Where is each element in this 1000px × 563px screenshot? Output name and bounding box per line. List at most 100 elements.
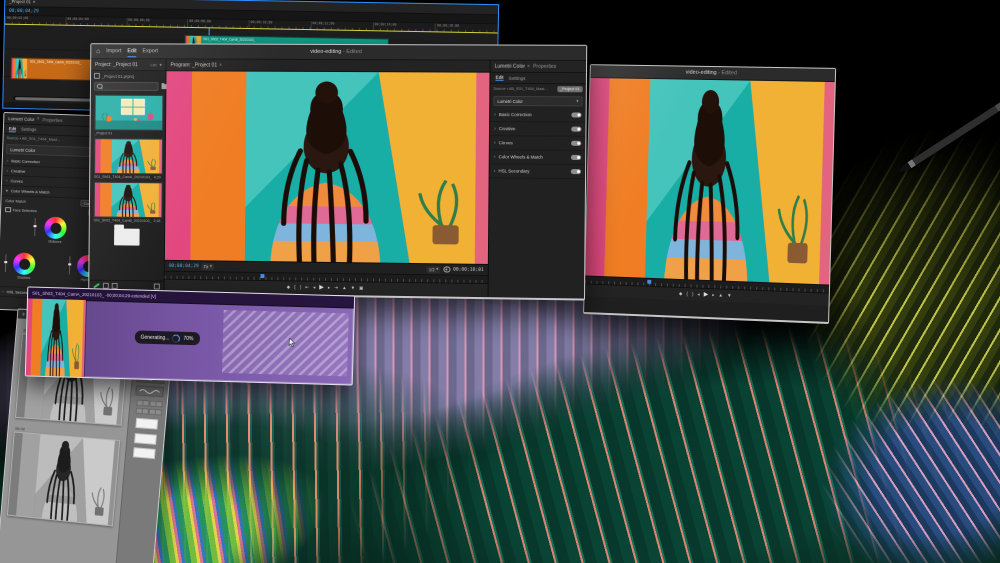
mark-in-button[interactable]: {	[686, 292, 688, 297]
lumetri-panel: Lumetri Color × Properties Edit Settings…	[488, 61, 587, 298]
close-icon[interactable]: ×	[219, 62, 222, 68]
toolbar-dot-icon	[23, 313, 25, 315]
floating-clip-thumbnail	[26, 298, 87, 377]
program-monitor: Program: _Project 01 × 00;00;04;29 Fit ▾…	[165, 59, 490, 296]
project-chip-button[interactable]: _Project 01	[557, 86, 583, 92]
face-detection-checkbox[interactable]: Face Detection	[5, 207, 37, 214]
window-title-text: video-editing	[686, 70, 717, 76]
project-icon	[94, 73, 100, 79]
menu-import[interactable]: Import	[106, 48, 121, 54]
clip-thumbnail	[12, 58, 28, 78]
resolution-label: 1/2	[429, 267, 435, 272]
add-marker-button[interactable]: ◆	[679, 292, 683, 297]
fit-label: Fit	[204, 264, 209, 269]
close-icon[interactable]: ×	[33, 0, 36, 4]
program-video[interactable]	[165, 71, 490, 264]
step-forward-button[interactable]: ▸	[328, 286, 330, 291]
window-title: video-editing - Edited	[591, 68, 835, 78]
search-input[interactable]	[104, 83, 155, 89]
face-detection-label: Face Detection	[13, 208, 37, 213]
extract-button[interactable]: ▼	[727, 293, 732, 298]
tab-project[interactable]: Project: _Project 01	[95, 62, 138, 68]
playhead-marker[interactable]	[261, 274, 265, 278]
ruler-tick: 00;00;02;00	[5, 16, 66, 25]
section-basic-correction[interactable]: › Basic Correction	[490, 108, 586, 123]
brush-preset-5[interactable]	[135, 385, 164, 397]
extract-button[interactable]: ▼	[351, 286, 356, 291]
mark-out-button[interactable]: }	[300, 285, 302, 290]
scene: ⌂ Import Edit Export video-editing - Edi…	[0, 0, 1000, 563]
layer-swatch[interactable]	[135, 418, 158, 430]
view-mode-label[interactable]: List	[150, 62, 156, 67]
add-marker-button[interactable]: ◆	[287, 285, 291, 290]
subtab-settings[interactable]: Settings	[509, 75, 526, 80]
tab-lumetri[interactable]: Lumetri Color ×	[8, 115, 39, 122]
bin-item-clip1[interactable]: S01_Sh01_T404_CamA_20210103_ 4;29	[94, 138, 161, 179]
section-color-wheels[interactable]: › Color Wheels & Match	[490, 150, 586, 165]
shadows-wheel[interactable]	[13, 252, 36, 275]
fit-dropdown[interactable]: Fit ▾	[202, 263, 214, 270]
section-toggle[interactable]	[571, 112, 581, 117]
mark-in-button[interactable]: {	[294, 285, 296, 290]
step-back-button[interactable]: ◂	[313, 285, 315, 290]
export-frame-button[interactable]: ▣	[359, 286, 363, 291]
generative-extend-clip[interactable]: S01_Sh03_T404_CamA_20210103_ -00;00;04;2…	[25, 286, 355, 385]
subtab-edit[interactable]: Edit	[496, 75, 504, 81]
new-item-icon[interactable]	[154, 284, 160, 290]
secondary-editor-window: video-editing - Edited ◆ { } ◂ ▶ ▸ ▲ ▼	[583, 64, 836, 324]
step-forward-button[interactable]: ▸	[712, 293, 714, 298]
lift-button[interactable]: ▲	[342, 286, 347, 291]
go-to-out-button[interactable]: ⇥	[334, 286, 338, 291]
bin-search-row	[94, 82, 163, 91]
color-match-label: Color Match	[5, 199, 26, 204]
midtones-slider[interactable]	[34, 218, 36, 236]
play-button[interactable]: ▶	[704, 292, 709, 298]
tab-program[interactable]: Program: _Project 01 ×	[170, 62, 221, 68]
step-back-button[interactable]: ◂	[697, 292, 699, 297]
settings-icon[interactable]	[443, 266, 450, 273]
midtones-label: Midtones	[40, 239, 70, 244]
section-creative[interactable]: › Creative	[490, 122, 586, 137]
resolution-dropdown[interactable]: 1/2 ▾	[427, 266, 441, 273]
tab-lumetri[interactable]: Lumetri Color ×	[495, 63, 530, 69]
close-icon[interactable]: ×	[527, 63, 530, 69]
folder-icon[interactable]	[114, 228, 140, 245]
section-curves[interactable]: › Curves	[490, 136, 586, 151]
bin-item-duration: 2;18	[153, 219, 160, 223]
mark-out-button[interactable]: }	[692, 292, 694, 297]
ruler-tick: 00;00;04;00	[65, 17, 126, 26]
section-toggle[interactable]	[571, 155, 581, 160]
tab-project-label: Project: _Project 01	[95, 62, 138, 68]
tab-timeline-label[interactable]: _Project 01	[9, 0, 31, 4]
menu-edit[interactable]: Edit	[127, 48, 136, 54]
bin-item-clip2[interactable]: S01_Sh02_T404_CamB_20210103_ 2;18	[94, 182, 161, 223]
tab-properties[interactable]: Properties	[533, 63, 556, 69]
layer-swatch[interactable]	[133, 447, 156, 459]
lift-button[interactable]: ▲	[718, 293, 723, 298]
midtones-wheel[interactable]	[44, 216, 67, 239]
bin-item-duration: 4;29	[154, 175, 161, 179]
highlights-slider[interactable]	[69, 256, 71, 274]
subtab-settings[interactable]: Settings	[21, 127, 36, 133]
bin-item-project[interactable]: _Project 01	[94, 95, 161, 136]
play-button[interactable]: ▶	[319, 285, 324, 291]
search-box[interactable]	[94, 82, 158, 91]
playhead-marker[interactable]	[647, 280, 651, 284]
section-toggle[interactable]	[571, 127, 581, 132]
close-icon[interactable]: ×	[37, 116, 40, 122]
chevron-down-icon[interactable]: ▾	[159, 62, 161, 68]
go-to-in-button[interactable]: ⇤	[305, 285, 309, 290]
home-icon[interactable]: ⌂	[96, 48, 100, 55]
section-hsl-secondary[interactable]: › HSL Secondary	[490, 164, 586, 179]
menu-export[interactable]: Export	[142, 48, 158, 54]
program-video[interactable]	[585, 78, 835, 285]
tab-properties[interactable]: Properties	[42, 117, 62, 123]
layer-swatch[interactable]	[134, 433, 157, 445]
ruler-tick: 00;00;06;00	[126, 18, 187, 27]
section-toggle[interactable]	[571, 141, 581, 146]
section-toggle[interactable]	[571, 169, 581, 174]
preset-dropdown[interactable]: Lumetri Color ▾	[493, 96, 582, 107]
storyboard-frame-2[interactable]	[7, 431, 120, 526]
shadows-slider[interactable]	[5, 254, 7, 272]
subtab-edit[interactable]: Edit	[9, 126, 16, 132]
